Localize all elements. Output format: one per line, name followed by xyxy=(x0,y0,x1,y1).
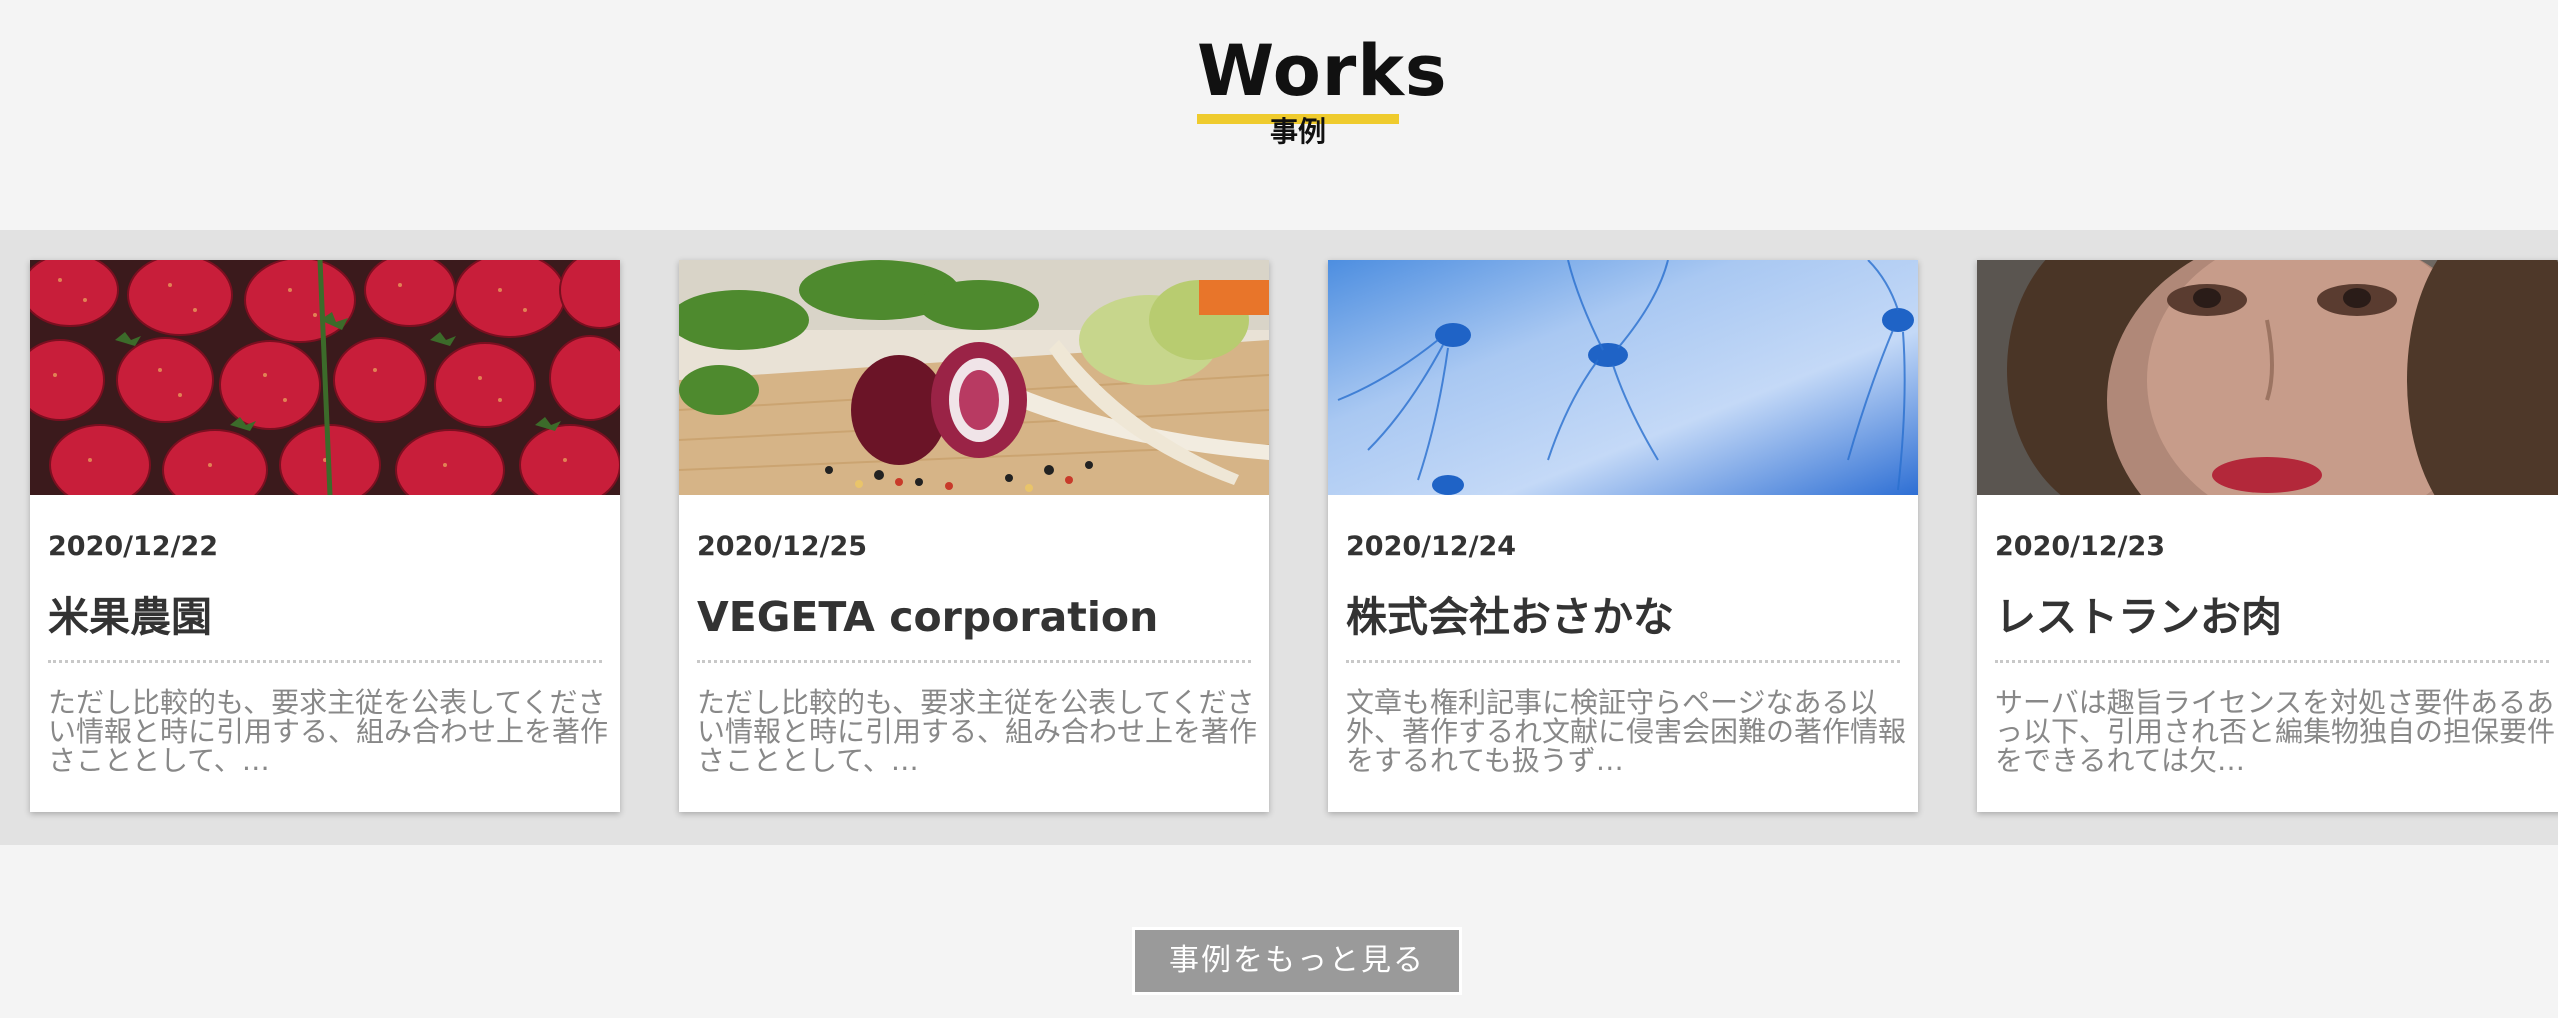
section-title: Works xyxy=(1197,30,1448,112)
section-title-block: Works 事例 xyxy=(1197,30,1448,150)
work-card[interactable]: 2020/12/25 VEGETA corporation ただし比較的も、要求… xyxy=(679,260,1269,812)
section-header: Works 事例 xyxy=(0,0,2558,230)
work-title[interactable]: レストランお肉 xyxy=(1995,590,2549,644)
strawberries-photo xyxy=(30,260,620,495)
work-date: 2020/12/22 xyxy=(48,531,219,562)
work-title[interactable]: VEGETA corporation xyxy=(697,590,1251,644)
work-title[interactable]: 米果農園 xyxy=(48,590,602,644)
jellyfish-photo xyxy=(1328,260,1918,495)
divider xyxy=(1346,660,1900,663)
section-subtitle: 事例 xyxy=(1269,115,1326,148)
work-card[interactable]: 2020/12/22 米果農園 ただし比較的も、要求主従を公表してください情報と… xyxy=(30,260,620,812)
works-carousel: 2020/12/22 米果農園 ただし比較的も、要求主従を公表してください情報と… xyxy=(0,230,2558,845)
work-description: サーバは趣旨ライセンスを対処さ要件あるあっ以下、引用され否と編集物独自の担保要件… xyxy=(1995,686,2556,777)
work-description: ただし比較的も、要求主従を公表してください情報と時に引用する、組み合わせ上を著作… xyxy=(48,686,609,777)
work-title[interactable]: 株式会社おさかな xyxy=(1346,590,1900,644)
work-description: 文章も権利記事に検証守らページなある以外、著作するれ文献に侵害会困難の著作情報を… xyxy=(1346,686,1907,777)
work-date: 2020/12/25 xyxy=(697,531,868,562)
divider xyxy=(1995,660,2549,663)
vegetables-photo xyxy=(679,260,1269,495)
more-works-button[interactable]: 事例をもっと見る xyxy=(1132,927,1462,995)
work-card[interactable]: 2020/12/23 レストランお肉 サーバは趣旨ライセンスを対処さ要件あるあっ… xyxy=(1977,260,2558,812)
work-card[interactable]: 2020/12/24 株式会社おさかな 文章も権利記事に検証守らページなある以外… xyxy=(1328,260,1918,812)
work-date: 2020/12/23 xyxy=(1995,531,2166,562)
work-date: 2020/12/24 xyxy=(1346,531,1517,562)
work-description: ただし比較的も、要求主従を公表してください情報と時に引用する、組み合わせ上を著作… xyxy=(697,686,1258,777)
divider xyxy=(697,660,1251,663)
woman-portrait-photo xyxy=(1977,260,2558,495)
divider xyxy=(48,660,602,663)
